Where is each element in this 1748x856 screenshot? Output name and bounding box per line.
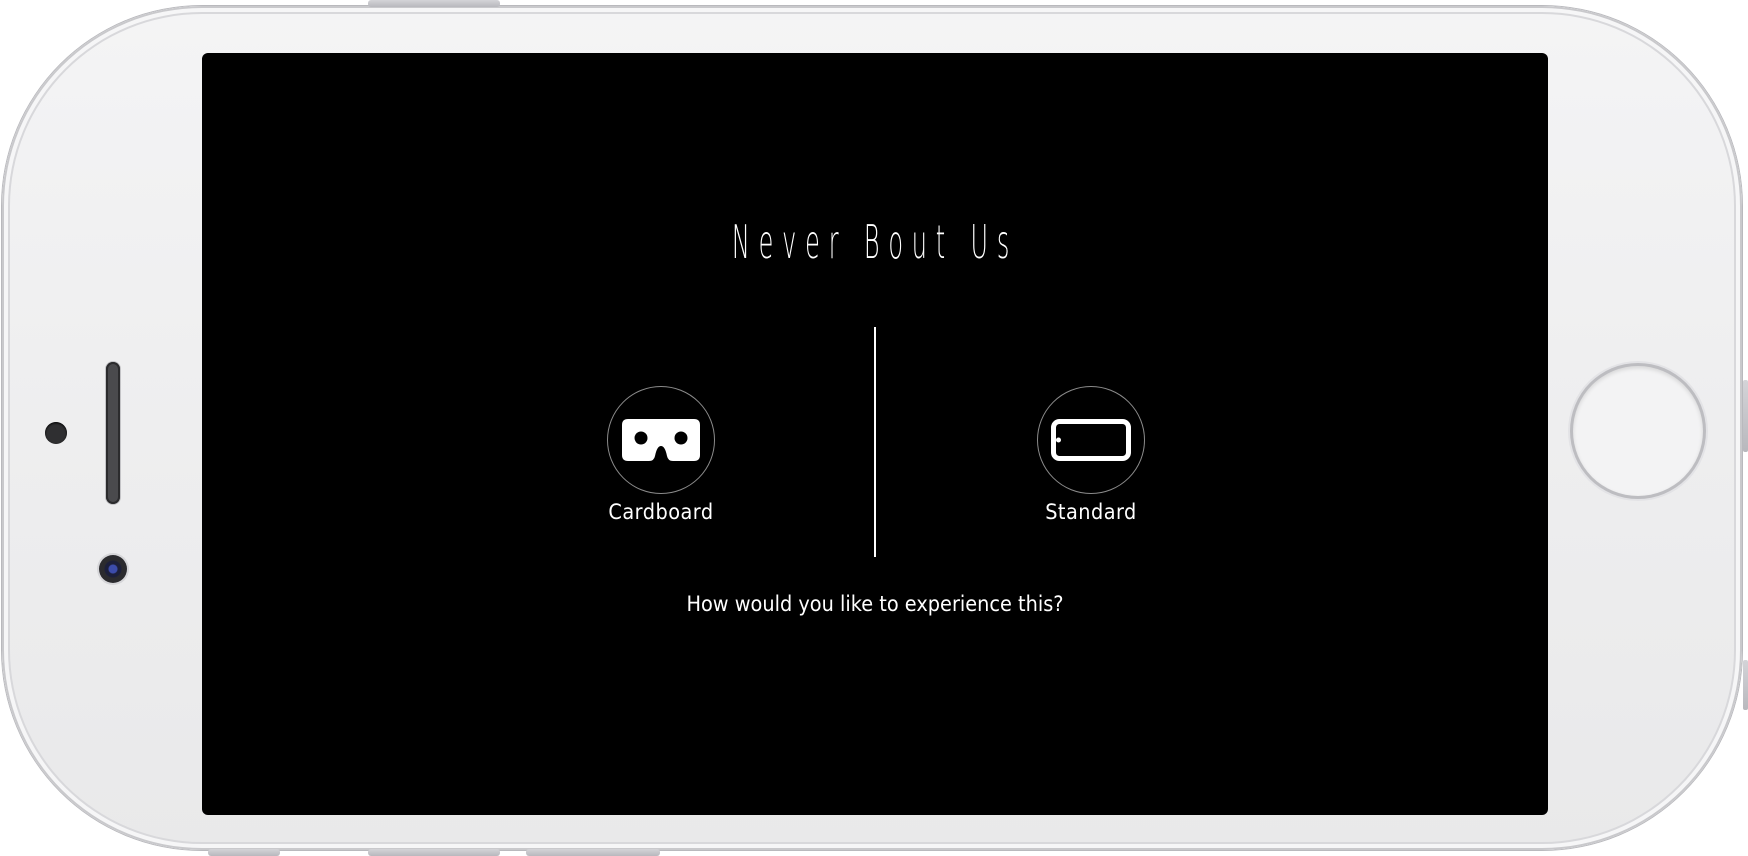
proximity-sensor — [45, 422, 67, 444]
standard-option-circle[interactable] — [1037, 386, 1145, 494]
home-button[interactable] — [1573, 366, 1703, 496]
volume-down-button — [526, 849, 660, 856]
volume-up-button — [368, 849, 500, 856]
power-button — [368, 0, 500, 7]
phone-frame: Never Bout Us Cardboard Standard How wou… — [2, 6, 1742, 850]
standard-option-label: Standard — [1045, 500, 1137, 524]
cardboard-option-label: Cardboard — [608, 500, 714, 524]
option-divider — [874, 327, 876, 557]
standard-option-button[interactable]: Standard — [1021, 386, 1161, 524]
experience-prompt: How would you like to experience this? — [686, 592, 1064, 616]
earpiece-speaker — [106, 362, 120, 504]
cardboard-option-button[interactable]: Cardboard — [591, 386, 731, 524]
cardboard-option-circle[interactable] — [607, 386, 715, 494]
front-camera — [99, 555, 127, 583]
app-screen: Never Bout Us Cardboard Standard How wou… — [202, 53, 1548, 815]
page-title: Never Bout Us — [731, 215, 1019, 269]
cardboard-viewer-icon — [622, 419, 700, 461]
side-edge-detail — [1743, 380, 1748, 452]
mute-switch — [208, 849, 280, 856]
phone-landscape-icon — [1051, 419, 1131, 461]
side-edge-detail-lower — [1743, 660, 1748, 710]
